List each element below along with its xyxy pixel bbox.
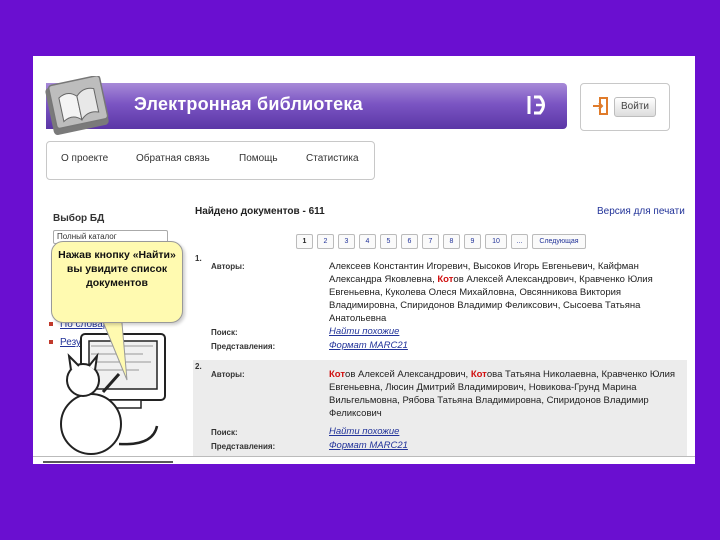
views-label: Представления: bbox=[211, 442, 276, 451]
login-icon bbox=[593, 97, 608, 115]
record-number: 1. bbox=[195, 254, 202, 263]
nav-item-about[interactable]: О проекте bbox=[61, 153, 108, 164]
search-label: Поиск: bbox=[211, 328, 238, 337]
authors-label: Авторы: bbox=[211, 370, 245, 379]
search-label: Поиск: bbox=[211, 428, 238, 437]
db-select-title: Выбор БД bbox=[53, 213, 105, 224]
login-box: Войти bbox=[580, 83, 670, 131]
marc21-link[interactable]: Формат MARC21 bbox=[329, 440, 408, 451]
page-button[interactable]: 9 bbox=[464, 234, 481, 249]
site-title: Электронная библиотека bbox=[134, 94, 363, 114]
nav-item-stats[interactable]: Статистика bbox=[306, 153, 359, 164]
login-button[interactable]: Войти bbox=[614, 97, 656, 117]
nav-item-help[interactable]: Помощь bbox=[239, 153, 278, 164]
library-logo-icon bbox=[527, 95, 545, 115]
result-record: 2. Авторы: Котов Алексей Александрович, … bbox=[193, 360, 687, 456]
header-banner: Электронная библиотека bbox=[46, 83, 567, 129]
marc21-link[interactable]: Формат MARC21 bbox=[329, 340, 408, 351]
page-button[interactable]: 1 bbox=[296, 234, 313, 249]
record-authors: Алексеев Константин Игоревич, Высоков Иг… bbox=[329, 261, 653, 324]
divider bbox=[33, 456, 695, 457]
top-nav: О проекте Обратная связь Помощь Статисти… bbox=[46, 141, 375, 180]
browser-page: Электронная библиотека Войти О проекте О… bbox=[33, 56, 695, 464]
page-button[interactable]: 4 bbox=[359, 234, 376, 249]
page-button[interactable]: 5 bbox=[380, 234, 397, 249]
page-button[interactable]: 3 bbox=[338, 234, 355, 249]
hint-callout: Нажав кнопку «Найти» вы увидите список д… bbox=[51, 241, 183, 323]
callout-text: Нажав кнопку «Найти» вы увидите список д… bbox=[58, 249, 176, 289]
record-number: 2. bbox=[195, 362, 202, 371]
views-label: Представления: bbox=[211, 342, 276, 351]
page-button[interactable]: 8 bbox=[443, 234, 460, 249]
next-page-button[interactable]: Следующая bbox=[532, 234, 586, 249]
nav-item-feedback[interactable]: Обратная связь bbox=[136, 153, 210, 164]
book-icon bbox=[45, 76, 109, 135]
authors-label: Авторы: bbox=[211, 262, 245, 271]
record-authors: Котов Алексей Александрович, Котова Тать… bbox=[329, 369, 676, 419]
result-record: 1. Авторы: Алексеев Константин Игоревич,… bbox=[193, 252, 687, 356]
page-button[interactable]: 7 bbox=[422, 234, 439, 249]
page-button[interactable]: 2 bbox=[317, 234, 334, 249]
find-similar-link[interactable]: Найти похожие bbox=[329, 326, 399, 337]
page-button[interactable]: 6 bbox=[401, 234, 418, 249]
page-ellipsis: ... bbox=[511, 234, 528, 249]
print-version-link[interactable]: Версия для печати bbox=[597, 206, 685, 217]
find-similar-link[interactable]: Найти похожие bbox=[329, 426, 399, 437]
found-count: Найдено документов - 611 bbox=[195, 206, 325, 217]
page-button[interactable]: 10 bbox=[485, 234, 507, 249]
